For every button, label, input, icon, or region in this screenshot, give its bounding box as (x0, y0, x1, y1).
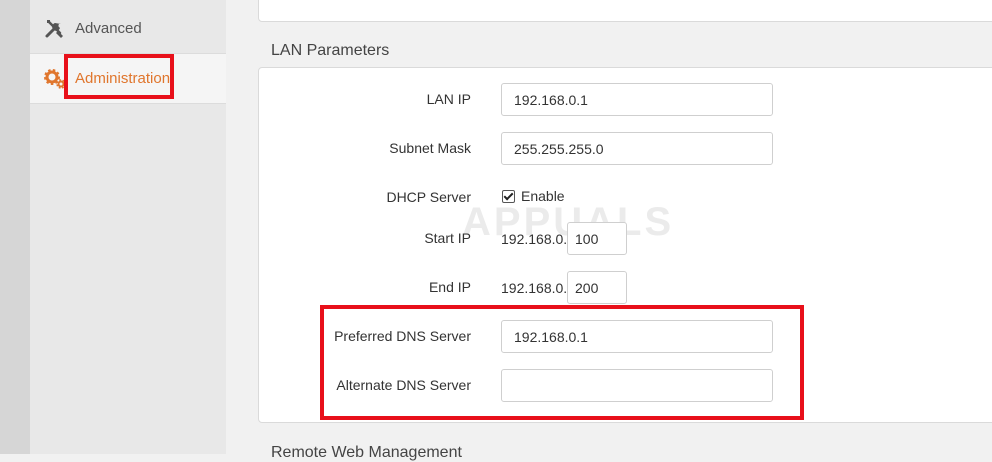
end-ip-input[interactable] (567, 271, 627, 304)
sidebar-item-administration[interactable]: Administration (30, 54, 226, 104)
left-edge-strip (0, 0, 30, 454)
subnet-mask-input[interactable] (501, 132, 773, 165)
sidebar-item-label: Advanced (75, 20, 142, 37)
end-ip-label: End IP (428, 279, 471, 295)
previous-section-panel (258, 0, 992, 22)
lan-ip-input[interactable] (501, 83, 773, 116)
next-section-title: Remote Web Management (271, 444, 462, 461)
section-title: LAN Parameters (271, 42, 390, 59)
start-ip-input[interactable] (567, 222, 627, 255)
dhcp-server-label: DHCP Server (386, 189, 471, 205)
subnet-mask-label: Subnet Mask (389, 140, 471, 156)
sidebar-item-advanced[interactable]: Advanced (30, 4, 226, 54)
start-ip-prefix: 192.168.0. (501, 231, 568, 247)
tools-icon (44, 19, 66, 39)
highlight-box (320, 305, 804, 420)
start-ip-label: Start IP (424, 230, 471, 246)
gears-icon (44, 69, 66, 89)
sidebar: Advanced Administration (30, 0, 226, 454)
lan-ip-label: LAN IP (426, 91, 471, 107)
dhcp-enable-checkbox[interactable] (502, 190, 515, 203)
end-ip-prefix: 192.168.0. (501, 280, 568, 296)
highlight-box (64, 54, 174, 99)
dhcp-enable-label: Enable (521, 188, 565, 204)
